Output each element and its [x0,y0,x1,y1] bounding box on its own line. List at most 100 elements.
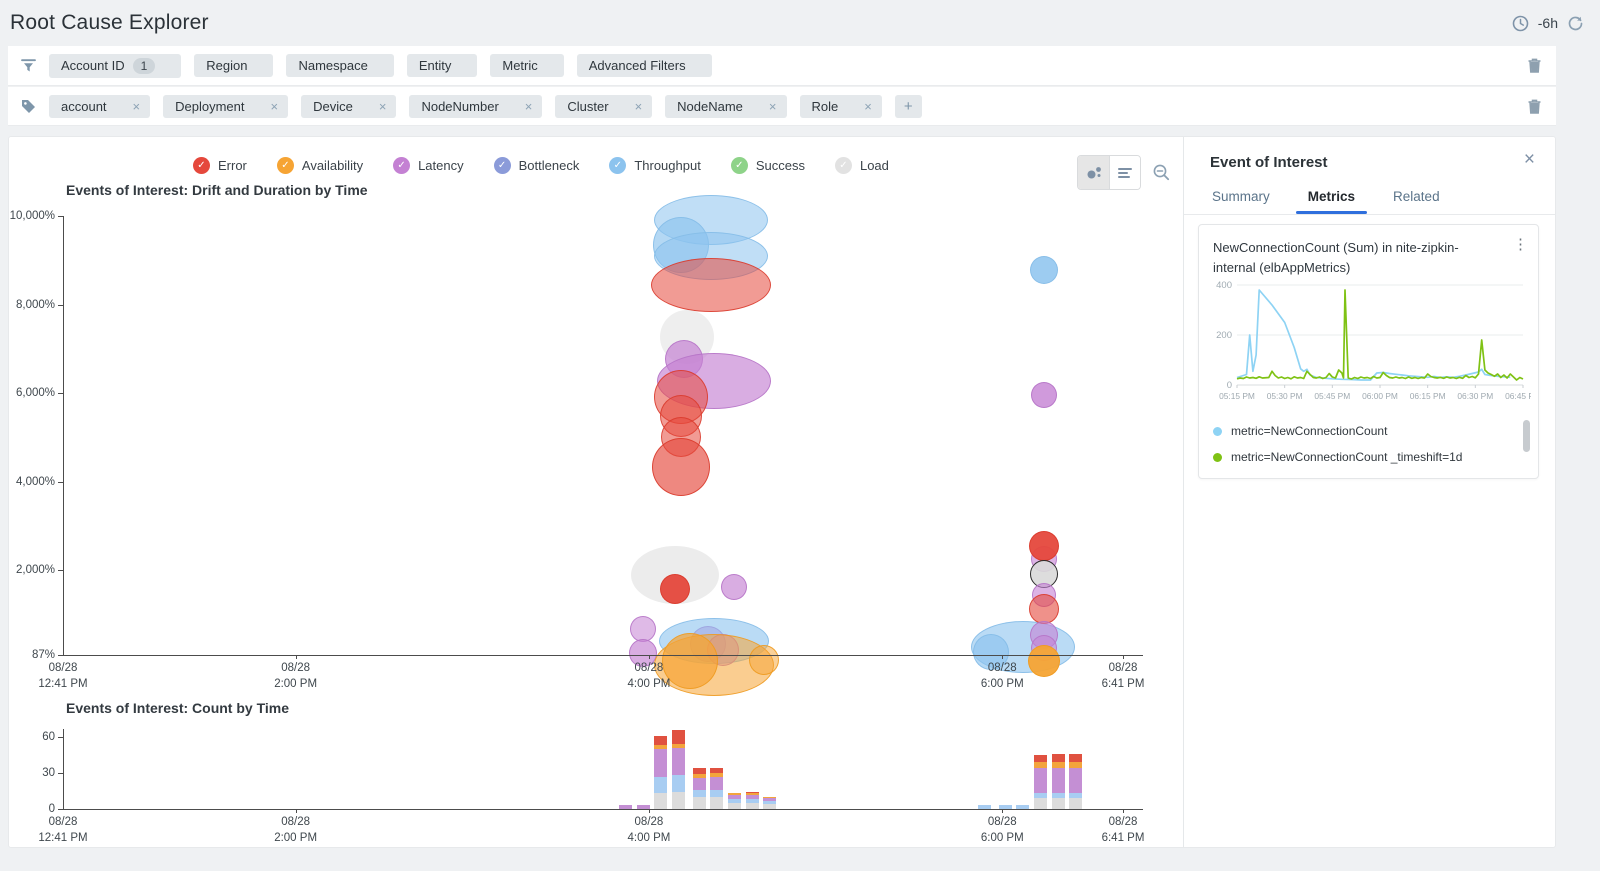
bar-segment-load[interactable] [746,803,759,809]
event-bubble-latency[interactable] [1031,382,1057,408]
bar-segment-throughput[interactable] [672,775,685,792]
zoom-out-icon[interactable] [1152,163,1171,182]
bar-segment-throughput[interactable] [1052,793,1065,798]
clear-filters-trash-icon[interactable] [1527,57,1542,74]
remove-tag-icon[interactable]: × [864,100,872,113]
clear-tags-trash-icon[interactable] [1527,98,1542,115]
bar-segment-load[interactable] [1069,798,1082,809]
list-view-button[interactable] [1109,156,1140,189]
tab-summary[interactable]: Summary [1200,183,1282,214]
event-bubble-availability[interactable] [749,645,779,675]
bar-segment-error[interactable] [672,730,685,744]
tag-pill-nodename[interactable]: NodeName× [665,95,786,118]
tag-pill-account[interactable]: account× [49,95,150,118]
bar-segment-availability[interactable] [746,793,759,794]
bar-segment-error[interactable] [654,736,667,746]
event-bubble-latency[interactable] [721,574,747,600]
tag-pill-role[interactable]: Role× [800,95,882,118]
bar-segment-availability[interactable] [693,774,706,778]
remove-tag-icon[interactable]: × [525,100,533,113]
bar-segment-throughput[interactable] [1016,805,1029,809]
bar-segment-load[interactable] [1052,798,1065,809]
kebab-menu-icon[interactable]: ⋮ [1513,235,1528,253]
bar-segment-error[interactable] [746,792,759,793]
legend-item-load[interactable]: ✓Load [835,157,889,174]
remove-tag-icon[interactable]: × [379,100,387,113]
event-bubble-error[interactable] [1029,531,1059,561]
bar-segment-throughput[interactable] [746,799,759,803]
bar-segment-availability[interactable] [654,745,667,749]
bar-segment-availability[interactable] [1069,762,1082,768]
bar-segment-throughput[interactable] [1034,793,1047,798]
bubble-view-button[interactable] [1078,156,1109,189]
bar-segment-throughput[interactable] [710,790,723,797]
bar-segment-load[interactable] [693,797,706,809]
event-bubble-throughput[interactable] [1030,256,1058,284]
time-range-value[interactable]: -6h [1538,15,1558,31]
event-bubble-error[interactable] [651,258,771,312]
bar-segment-latency[interactable] [637,805,650,809]
bar-segment-load[interactable] [763,804,776,809]
bar-segment-throughput[interactable] [728,799,741,803]
event-bubble-latency[interactable] [630,616,656,642]
legend-item-bottleneck[interactable]: ✓Bottleneck [494,157,580,174]
bar-segment-availability[interactable] [672,744,685,748]
bar-segment-latency[interactable] [1069,768,1082,793]
filter-pill-advanced-filters[interactable]: Advanced Filters [577,54,712,77]
bar-segment-throughput[interactable] [654,777,667,794]
bar-segment-throughput[interactable] [763,801,776,805]
event-bubble-availability[interactable] [662,633,718,689]
filter-pill-region[interactable]: Region [194,54,273,77]
legend-item-throughput[interactable]: ✓Throughput [609,157,701,174]
remove-tag-icon[interactable]: × [271,100,279,113]
refresh-icon[interactable] [1567,15,1584,32]
bar-segment-throughput[interactable] [693,790,706,797]
bar-segment-load[interactable] [672,792,685,809]
bar-segment-latency[interactable] [710,777,723,790]
remove-tag-icon[interactable]: × [133,100,141,113]
metric-legend-item[interactable]: metric=NewConnectionCount [1213,418,1524,444]
tag-pill-deployment[interactable]: Deployment× [163,95,288,118]
clock-icon[interactable] [1512,15,1529,32]
event-bubble-error[interactable] [652,438,710,496]
filter-pill-entity[interactable]: Entity [407,54,478,77]
bar-segment-latency[interactable] [763,798,776,800]
bar-segment-error[interactable] [1069,754,1082,762]
bar-segment-load[interactable] [654,793,667,809]
bar-segment-latency[interactable] [728,795,741,800]
filter-pill-namespace[interactable]: Namespace [286,54,393,77]
bar-segment-availability[interactable] [728,793,741,794]
metric-legend-item[interactable]: metric=NewConnectionCount _timeshift=1d [1213,444,1524,470]
tab-metrics[interactable]: Metrics [1296,183,1367,214]
bar-segment-latency[interactable] [672,748,685,776]
bar-segment-latency[interactable] [693,778,706,790]
bar-segment-load[interactable] [1034,798,1047,809]
bar-segment-error[interactable] [1052,754,1065,762]
bar-segment-throughput[interactable] [1069,793,1082,798]
bar-segment-availability[interactable] [710,773,723,777]
bar-segment-latency[interactable] [1034,768,1047,793]
tag-pill-cluster[interactable]: Cluster× [555,95,652,118]
bar-segment-error[interactable] [710,768,723,773]
add-tag-button[interactable]: + [895,95,922,118]
remove-tag-icon[interactable]: × [635,100,643,113]
remove-tag-icon[interactable]: × [769,100,777,113]
tab-related[interactable]: Related [1381,183,1452,214]
bar-segment-latency[interactable] [746,795,759,800]
bar-segment-latency[interactable] [619,805,632,809]
bar-segment-throughput[interactable] [999,805,1012,809]
bar-segment-availability[interactable] [1034,762,1047,768]
bar-segment-throughput[interactable] [978,805,991,809]
filter-pill-metric[interactable]: Metric [490,54,563,77]
bar-segment-error[interactable] [693,768,706,774]
event-bubble-availability[interactable] [1028,645,1060,677]
close-icon[interactable]: × [1524,149,1535,171]
event-bubble-error[interactable] [1029,594,1059,624]
bar-segment-availability[interactable] [1052,762,1065,768]
legend-item-success[interactable]: ✓Success [731,157,805,174]
bar-segment-latency[interactable] [1052,768,1065,793]
legend-item-availability[interactable]: ✓Availability [277,157,363,174]
bar-segment-availability[interactable] [763,797,776,798]
tag-pill-device[interactable]: Device× [301,95,396,118]
tag-pill-nodenumber[interactable]: NodeNumber× [409,95,542,118]
